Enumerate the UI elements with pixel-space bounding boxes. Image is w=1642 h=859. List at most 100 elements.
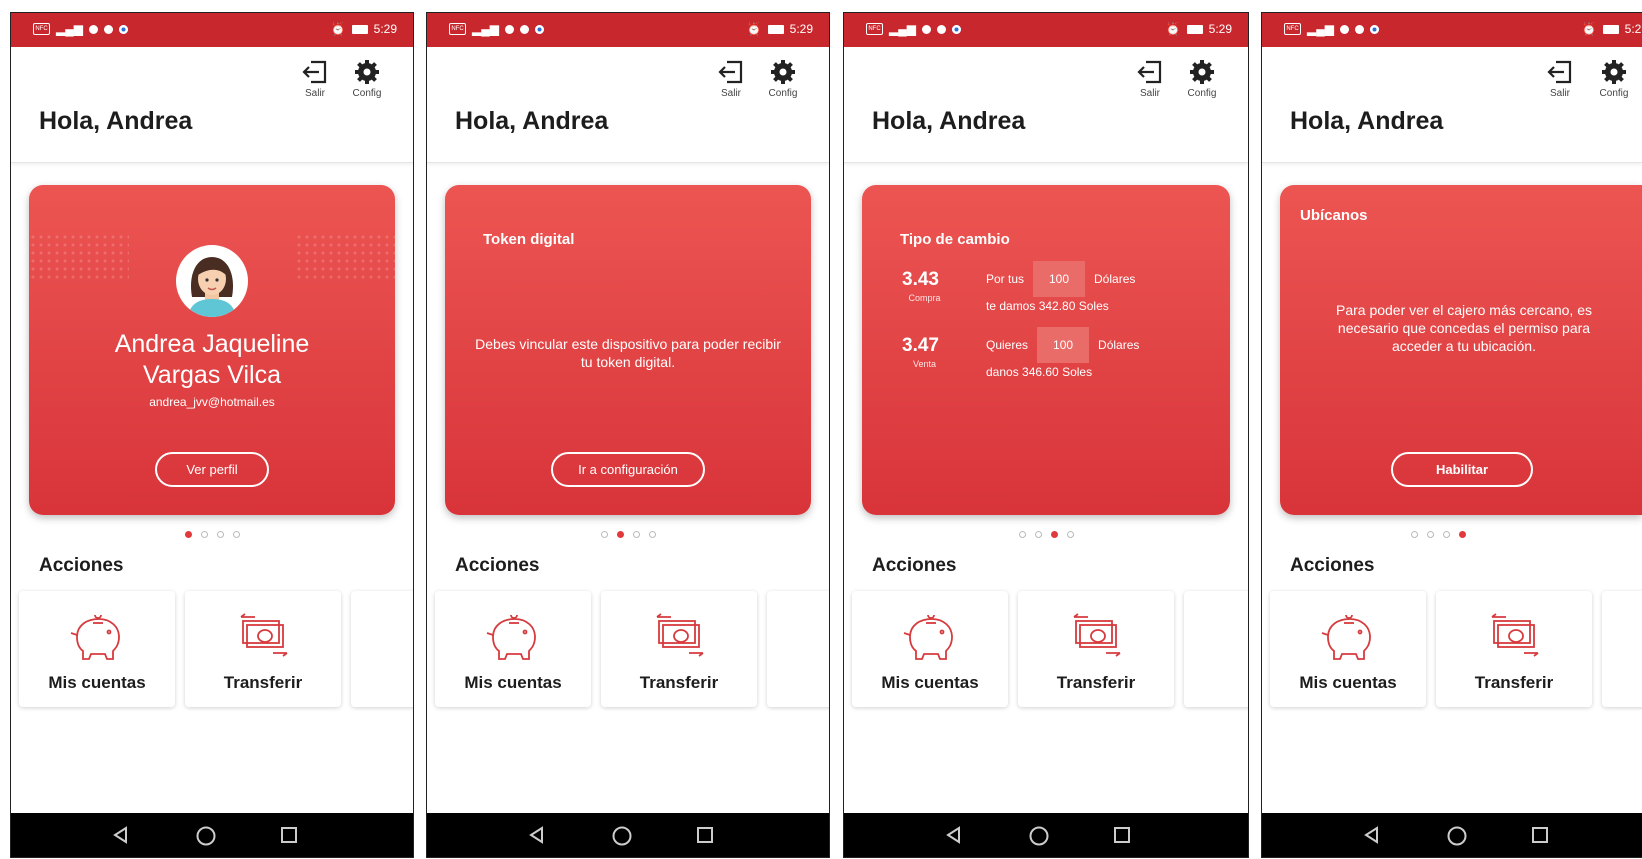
notification-icon: NFC <box>449 23 466 35</box>
my-accounts-button[interactable]: Mis cuentas <box>852 591 1008 707</box>
phone-screen-exchange: NFC ▂▄▆ ⏰ 5:29 Salir Config Hola, Andrea T… <box>843 12 1249 858</box>
home-circle-icon[interactable] <box>611 825 633 847</box>
buy-result: te damos 342.80 Soles <box>986 299 1109 313</box>
app-header: Salir Config Hola, Andrea <box>427 47 829 163</box>
transfer-button[interactable]: Transferir <box>1436 591 1592 707</box>
my-accounts-button[interactable]: Mis cuentas <box>1270 591 1426 707</box>
profile-email: andrea_jvv@hotmail.es <box>149 395 275 409</box>
go-to-settings-button[interactable]: Ir a configuración <box>551 452 705 487</box>
logout-button[interactable]: Salir <box>1130 59 1170 99</box>
back-triangle-icon[interactable] <box>944 825 964 845</box>
alarm-icon: ⏰ <box>746 22 762 36</box>
recent-square-icon[interactable] <box>279 825 299 845</box>
location-icon <box>534 24 544 34</box>
config-label: Config <box>352 88 382 99</box>
more-action-button[interactable] <box>351 591 413 707</box>
transfer-button[interactable]: Transferir <box>1018 591 1174 707</box>
page-dot[interactable] <box>1034 531 1042 538</box>
more-action-button[interactable] <box>767 591 829 707</box>
config-button[interactable]: Config <box>763 59 803 99</box>
transfer-label: Transferir <box>223 673 303 692</box>
actions-title: Acciones <box>455 555 540 576</box>
logout-button[interactable]: Salir <box>295 59 335 99</box>
transfer-button[interactable]: Transferir <box>185 591 341 707</box>
page-dot-active[interactable] <box>184 531 192 538</box>
exchange-rate-card: Tipo de cambio 3.43 Compra Por tus 100 D… <box>862 185 1230 515</box>
page-dot[interactable] <box>232 531 240 538</box>
config-button[interactable]: Config <box>1182 59 1222 99</box>
money-transfer-icon <box>1491 613 1539 657</box>
page-dot[interactable] <box>200 531 208 538</box>
actions-row: Mis cuentas Transferir <box>19 591 413 709</box>
logout-label: Salir <box>1549 88 1570 99</box>
money-transfer-icon <box>656 613 704 657</box>
system-nav-bar <box>427 813 829 857</box>
app-icon <box>1354 24 1364 34</box>
page-dot[interactable] <box>632 531 640 538</box>
view-profile-button[interactable]: Ver perfil <box>155 452 269 487</box>
app-icon <box>936 24 946 34</box>
app-header: Salir Config Hola, Andrea <box>1262 47 1642 163</box>
sell-amount-input[interactable]: 100 <box>1037 327 1090 363</box>
home-circle-icon[interactable] <box>1028 825 1050 847</box>
location-card: Ubícanos Para poder ver el cajero más ce… <box>1280 185 1642 515</box>
page-dot[interactable] <box>216 531 224 538</box>
more-action-button[interactable] <box>1602 591 1642 707</box>
back-triangle-icon[interactable] <box>1362 825 1382 845</box>
home-circle-icon[interactable] <box>1446 825 1468 847</box>
battery-icon <box>351 24 368 34</box>
battery-icon <box>767 24 784 34</box>
profile-name: Andrea Jaqueline Vargas Vilca <box>29 329 395 391</box>
back-triangle-icon[interactable] <box>111 825 131 845</box>
logout-button[interactable]: Salir <box>711 59 751 99</box>
page-dot-active[interactable] <box>1458 531 1466 538</box>
buy-rate-label: Compra <box>908 293 941 303</box>
app-icon <box>519 24 529 34</box>
my-accounts-button[interactable]: Mis cuentas <box>435 591 591 707</box>
greeting: Hola, Andrea <box>455 107 609 135</box>
sell-prefix: Quieres <box>986 338 1029 352</box>
carousel-pager <box>11 531 413 538</box>
notification-icon: NFC <box>866 23 883 35</box>
page-dot[interactable] <box>1066 531 1074 538</box>
back-triangle-icon[interactable] <box>527 825 547 845</box>
page-dot[interactable] <box>1442 531 1450 538</box>
page-dot[interactable] <box>600 531 608 538</box>
status-time: 5:29 <box>373 22 397 36</box>
config-button[interactable]: Config <box>1594 59 1634 99</box>
recent-square-icon[interactable] <box>1112 825 1132 845</box>
system-nav-bar <box>1262 813 1642 857</box>
avatar <box>176 245 248 317</box>
profile-name-line1: Andrea Jaqueline <box>114 330 310 358</box>
my-accounts-label: Mis cuentas <box>881 673 979 692</box>
location-icon <box>118 24 128 34</box>
page-dot-active[interactable] <box>616 531 624 538</box>
battery-icon <box>1602 24 1619 34</box>
buy-amount-input[interactable]: 100 <box>1033 261 1086 297</box>
page-dot[interactable] <box>1410 531 1418 538</box>
config-label: Config <box>1599 88 1629 99</box>
transfer-label: Transferir <box>1474 673 1554 692</box>
transfer-button[interactable]: Transferir <box>601 591 757 707</box>
page-dot[interactable] <box>648 531 656 538</box>
location-icon <box>1369 24 1379 34</box>
status-bar: NFC ▂▄▆ ⏰ 5:29 <box>844 13 1248 47</box>
more-action-button[interactable] <box>1184 591 1248 707</box>
page-dot[interactable] <box>1018 531 1026 538</box>
page-dot-active[interactable] <box>1050 531 1058 538</box>
recent-square-icon[interactable] <box>1530 825 1550 845</box>
logout-button[interactable]: Salir <box>1540 59 1580 99</box>
my-accounts-button[interactable]: Mis cuentas <box>19 591 175 707</box>
recent-square-icon[interactable] <box>695 825 715 845</box>
page-dot[interactable] <box>1426 531 1434 538</box>
card-title: Token digital <box>483 231 575 248</box>
buy-currency: Dólares <box>1094 272 1136 286</box>
alarm-icon: ⏰ <box>1581 22 1597 36</box>
home-circle-icon[interactable] <box>195 825 217 847</box>
enable-location-button[interactable]: Habilitar <box>1391 452 1533 487</box>
app-header: Salir Config Hola, Andrea <box>844 47 1248 163</box>
chat-icon <box>1339 24 1349 34</box>
config-button[interactable]: Config <box>347 59 387 99</box>
status-time: 5:29 <box>1624 22 1642 36</box>
status-time: 5:29 <box>1208 22 1232 36</box>
